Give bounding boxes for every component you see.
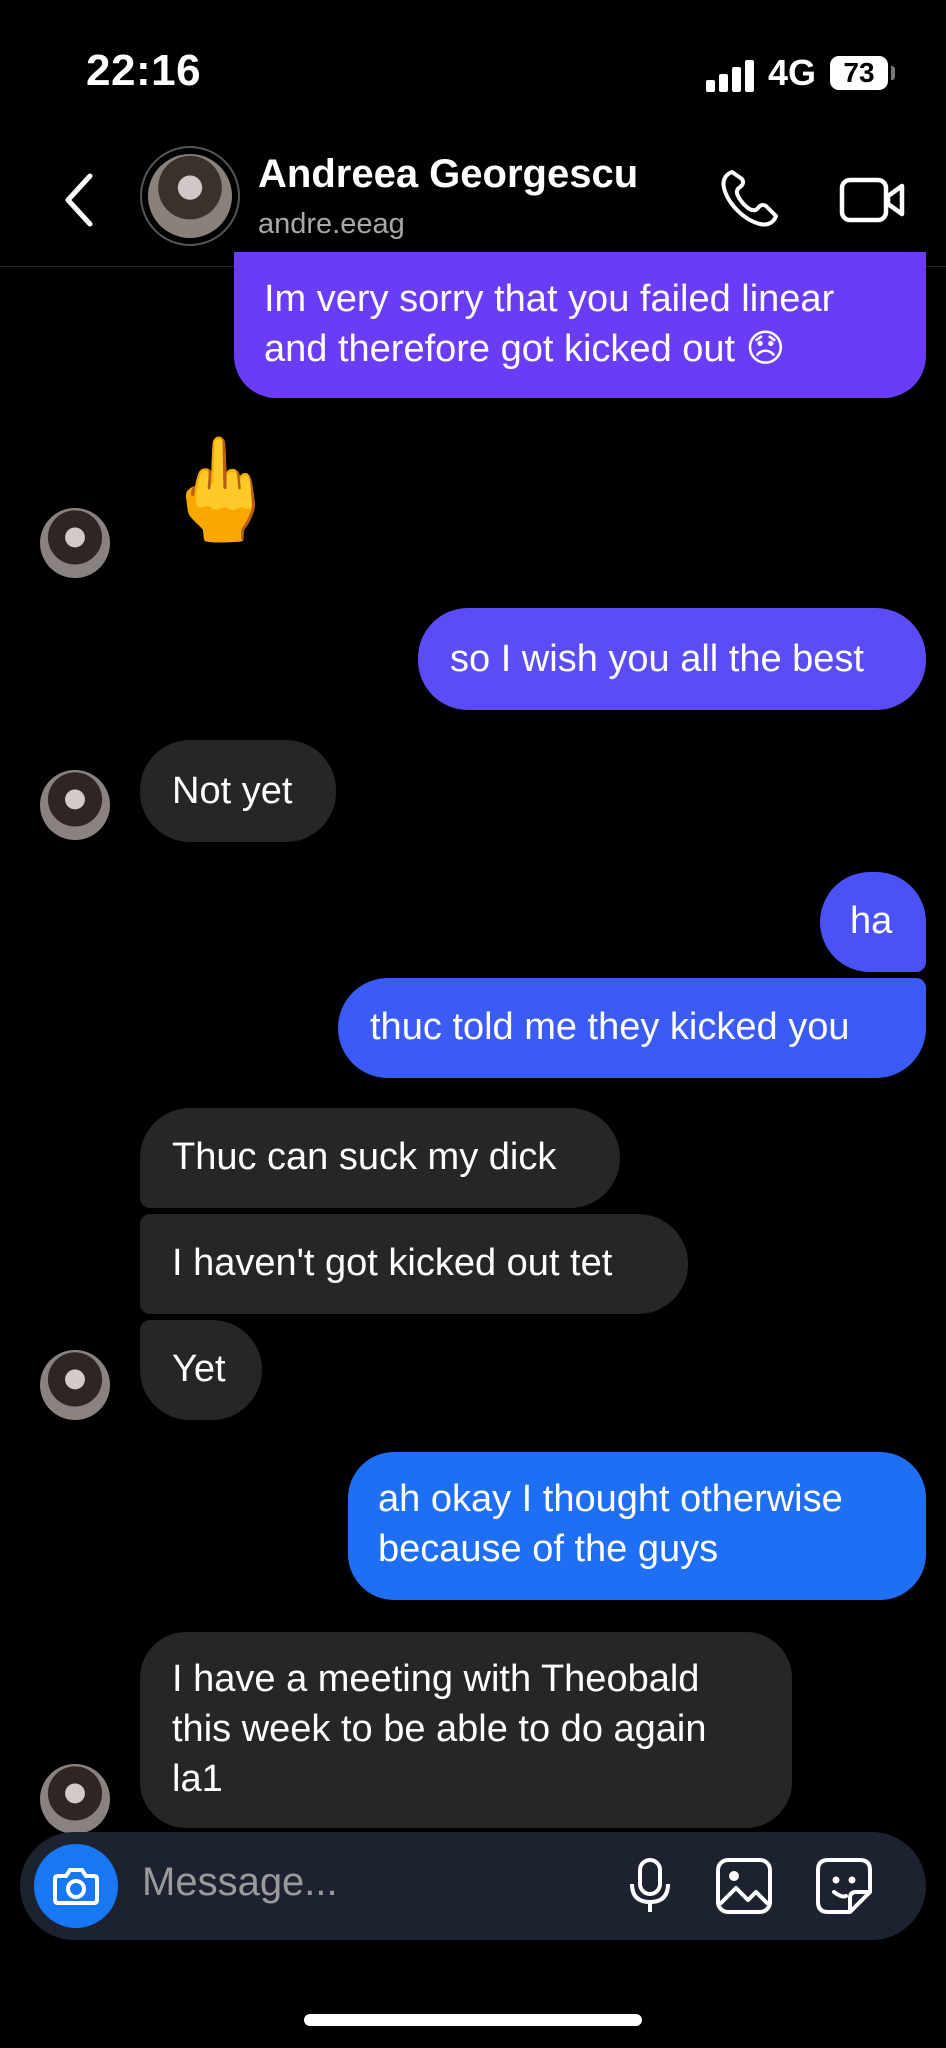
microphone-icon[interactable] bbox=[620, 1856, 680, 1916]
message-composer: Message... bbox=[20, 1832, 926, 1940]
chat-header: Andreea Georgescu andre.eeag bbox=[0, 140, 946, 267]
image-icon[interactable] bbox=[714, 1856, 774, 1916]
message-outgoing[interactable]: thuc told me they kicked you bbox=[338, 978, 926, 1078]
contact-name[interactable]: Andreea Georgescu bbox=[258, 152, 638, 197]
battery-nub bbox=[891, 66, 895, 80]
signal-icon bbox=[706, 60, 756, 92]
message-outgoing[interactable]: ah okay I thought otherwise because of t… bbox=[348, 1452, 926, 1600]
battery-icon: 73 bbox=[830, 56, 888, 90]
message-incoming[interactable]: I have a meeting with Theobald this week… bbox=[140, 1632, 792, 1828]
message-outgoing[interactable]: Im very sorry that you failed linear and… bbox=[234, 252, 926, 398]
sender-avatar bbox=[40, 1350, 110, 1420]
chevron-left-icon[interactable] bbox=[56, 170, 104, 230]
message-incoming[interactable]: Not yet bbox=[140, 740, 336, 842]
camera-icon[interactable] bbox=[34, 1844, 118, 1928]
message-input[interactable]: Message... bbox=[142, 1860, 338, 1905]
message-incoming[interactable]: Yet bbox=[140, 1320, 262, 1420]
network-label: 4G bbox=[768, 52, 817, 93]
status-bar: 22:16 4G 73 bbox=[0, 0, 946, 140]
video-camera-icon[interactable] bbox=[838, 170, 908, 230]
sender-avatar bbox=[40, 508, 110, 578]
phone-icon[interactable] bbox=[716, 166, 782, 232]
message-outgoing[interactable]: so I wish you all the best bbox=[418, 608, 926, 710]
message-outgoing[interactable]: ha bbox=[820, 872, 926, 972]
sender-avatar bbox=[40, 1764, 110, 1834]
home-indicator[interactable] bbox=[304, 2014, 642, 2026]
sticker-icon[interactable] bbox=[814, 1856, 874, 1916]
message-emoji[interactable]: 🖕 bbox=[158, 440, 283, 540]
sender-avatar bbox=[40, 770, 110, 840]
message-incoming[interactable]: Thuc can suck my dick bbox=[140, 1108, 620, 1208]
contact-avatar[interactable] bbox=[140, 146, 240, 246]
clock: 22:16 bbox=[86, 46, 202, 95]
contact-handle[interactable]: andre.eeag bbox=[258, 208, 405, 241]
message-incoming[interactable]: I haven't got kicked out tet bbox=[140, 1214, 688, 1314]
